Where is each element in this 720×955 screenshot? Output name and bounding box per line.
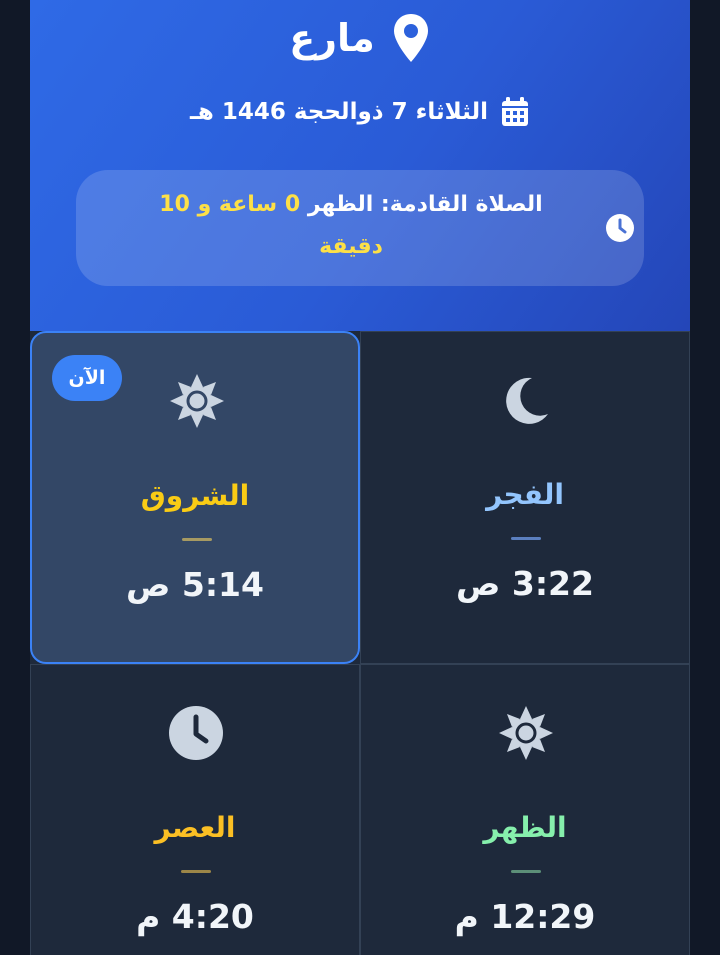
sun-icon (499, 706, 553, 760)
prayer-divider (182, 538, 212, 541)
moon-icon (506, 377, 548, 424)
prayer-time: 3:22 ص (456, 564, 594, 603)
next-prayer-box: الصلاة القادمة: الظهر 0 ساعة و 10 دقيقة (76, 170, 644, 286)
prayer-divider (511, 537, 541, 540)
next-prayer-hours: 0 (284, 192, 301, 217)
hijri-date-row: الثلاثاء 7 ذوالحجة 1446 هـ (30, 88, 690, 136)
hijri-date: الثلاثاء 7 ذوالحجة 1446 هـ (189, 99, 489, 125)
prayer-card-dhuhr[interactable]: الظهر 12:29 م (360, 664, 690, 955)
clock-icon (606, 214, 634, 242)
next-prayer-minutes-word: دقيقة (319, 234, 383, 259)
prayer-divider (181, 870, 211, 873)
prayer-name: الظهر (483, 811, 567, 844)
now-badge: الآن (52, 355, 122, 401)
header: مارع الثلاثاء 7 ذوالحجة 1446 هـ الصلاة ا… (30, 0, 690, 331)
prayer-card-asr[interactable]: العصر 4:20 م (30, 664, 360, 955)
sun-icon (170, 374, 224, 428)
prayer-card-fajr[interactable]: الفجر 3:22 ص (360, 331, 690, 664)
prayer-time: 5:14 ص (126, 565, 264, 604)
prayer-times-app: مارع الثلاثاء 7 ذوالحجة 1446 هـ الصلاة ا… (30, 0, 690, 955)
prayer-time: 4:20 م (136, 897, 254, 936)
next-prayer-text: الصلاة القادمة: الظهر 0 ساعة و 10 دقيقة (116, 184, 586, 268)
prayer-divider (511, 870, 541, 873)
clock-icon (169, 706, 223, 760)
prayer-time: 12:29 م (454, 897, 596, 936)
prayer-name: الشروق (140, 479, 250, 512)
prayer-name: العصر (154, 811, 236, 844)
next-prayer-hours-word: ساعة و (189, 192, 285, 217)
next-prayer-label: الصلاة القادمة: الظهر (300, 192, 543, 217)
calendar-icon (502, 97, 529, 126)
prayer-card-sunrise[interactable]: الآن الشروق 5:14 ص (30, 331, 360, 664)
prayer-name: الفجر (486, 478, 564, 511)
city-name: مارع (289, 16, 375, 60)
location-row: مارع (30, 10, 690, 66)
location-pin-icon (393, 14, 428, 62)
next-prayer-minutes: 10 (159, 192, 190, 217)
